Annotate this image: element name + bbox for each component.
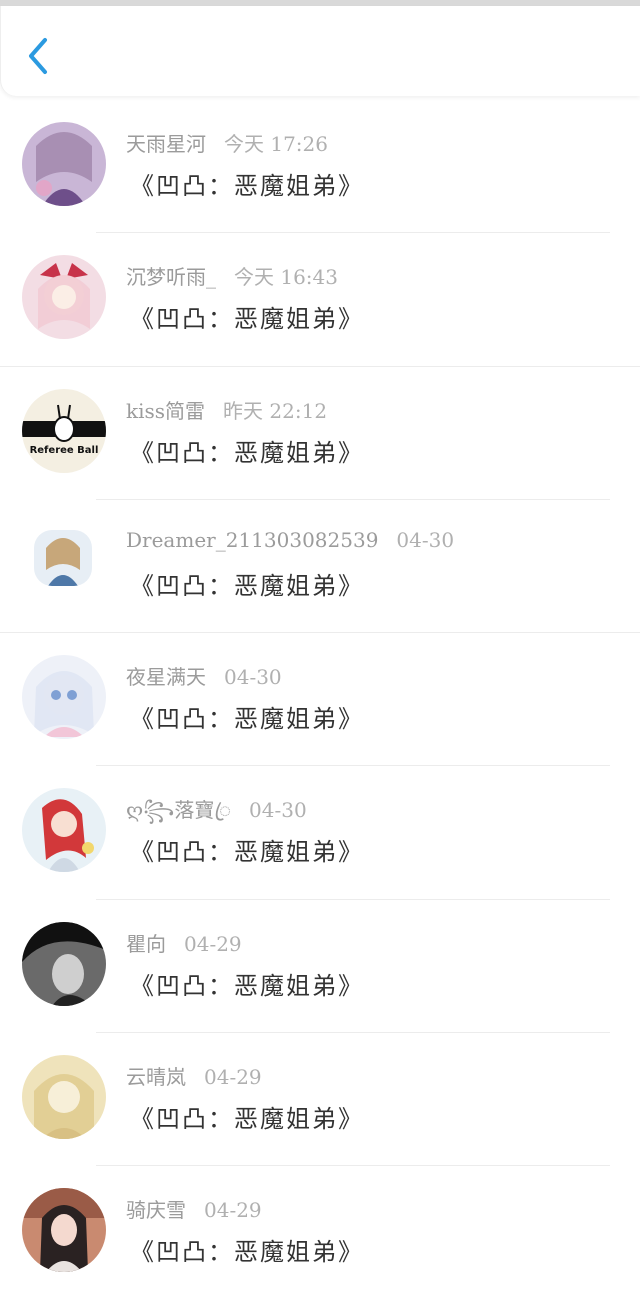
- list-item[interactable]: Referee Ball kiss简雷 昨天 22:12 《凹凸：恶魔姐弟》: [0, 367, 640, 500]
- item-meta: Dreamer_211303082539 04-30: [126, 528, 454, 552]
- timestamp: 今天 17:26: [224, 132, 328, 156]
- user-name[interactable]: Dreamer_211303082539: [126, 528, 378, 552]
- back-button[interactable]: [23, 34, 55, 78]
- item-meta: kiss简雷 昨天 22:12: [126, 395, 327, 424]
- item-meta: ღ꧂落寶ꦿ 04-30: [126, 794, 307, 836]
- user-name[interactable]: kiss简雷: [126, 399, 205, 423]
- reader-list: 天雨星河 今天 17:26 《凹凸：恶魔姐弟》 沉梦听雨_ 今天 16:43 《凹凸…: [0, 100, 640, 1300]
- list-item[interactable]: 瞿向 04-29 《凹凸：恶魔姐弟》: [0, 900, 640, 1034]
- item-meta: 瞿向 04-29: [126, 928, 242, 957]
- item-meta: 天雨星河 今天 17:26: [126, 128, 328, 157]
- book-title[interactable]: 《凹凸：恶魔姐弟》: [130, 832, 364, 867]
- top-nav-bar: [0, 6, 640, 96]
- item-meta: 云晴岚 04-29: [126, 1061, 262, 1090]
- avatar[interactable]: [34, 529, 92, 586]
- timestamp: 04-30: [396, 527, 455, 552]
- list-item[interactable]: 天雨星河 今天 17:26 《凹凸：恶魔姐弟》: [0, 100, 640, 234]
- item-meta: 夜星满天 04-30: [126, 661, 282, 690]
- user-name[interactable]: 骑庆雪: [126, 1198, 186, 1222]
- avatar[interactable]: [22, 1055, 106, 1140]
- anime-girl-avatar-image: [22, 122, 106, 206]
- user-name[interactable]: 夜星满天: [126, 665, 206, 689]
- book-title[interactable]: 《凹凸：恶魔姐弟》: [130, 699, 364, 734]
- list-item[interactable]: Dreamer_211303082539 04-30 《凹凸：恶魔姐弟》: [0, 500, 640, 634]
- timestamp: 昨天 22:12: [223, 398, 328, 423]
- item-meta: 骑庆雪 04-29: [126, 1194, 262, 1223]
- timestamp: 04-29: [184, 931, 242, 956]
- user-name[interactable]: 瞿向: [126, 932, 166, 956]
- avatar[interactable]: [22, 122, 106, 206]
- avatar[interactable]: [22, 655, 106, 740]
- anime-girl-avatar-image: [22, 788, 106, 873]
- list-item[interactable]: 夜星满天 04-30 《凹凸：恶魔姐弟》: [0, 633, 640, 767]
- avatar[interactable]: [22, 255, 106, 340]
- anime-girl-avatar-image: [22, 255, 106, 340]
- book-title[interactable]: 《凹凸：恶魔姐弟》: [130, 299, 364, 334]
- dark-portrait-avatar-image: [22, 921, 106, 1006]
- item-meta: 沉梦听雨_ 今天 16:43: [126, 261, 338, 290]
- book-title[interactable]: 《凹凸：恶魔姐弟》: [130, 166, 364, 201]
- avatar[interactable]: [22, 1188, 106, 1273]
- user-name[interactable]: 云晴岚: [126, 1065, 186, 1089]
- timestamp: 04-30: [224, 665, 282, 690]
- referee-ball-avatar-image: Referee Ball: [22, 388, 106, 473]
- book-title[interactable]: 《凹凸：恶魔姐弟》: [130, 1099, 364, 1134]
- user-name[interactable]: 沉梦听雨_: [126, 265, 216, 289]
- timestamp: 04-29: [204, 1198, 262, 1223]
- anime-girl-avatar-image: [34, 529, 92, 586]
- chevron-left-icon: [29, 38, 47, 74]
- timestamp: 今天 16:43: [234, 265, 338, 290]
- user-name[interactable]: ღ꧂落寶ꦿ: [126, 798, 231, 822]
- book-title[interactable]: 《凹凸：恶魔姐弟》: [130, 433, 364, 468]
- book-title[interactable]: 《凹凸：恶魔姐弟》: [130, 1232, 364, 1267]
- user-name[interactable]: 天雨星河: [126, 132, 206, 156]
- sketch-girl-avatar-image: [22, 1055, 106, 1140]
- photo-girl-avatar-image: [22, 1188, 106, 1273]
- avatar[interactable]: [22, 921, 106, 1006]
- anime-girl-avatar-image: [22, 655, 106, 740]
- avatar[interactable]: [22, 788, 106, 873]
- avatar-caption: Referee Ball: [30, 445, 99, 456]
- timestamp: 04-29: [204, 1065, 262, 1090]
- timestamp: 04-30: [249, 798, 307, 823]
- book-title[interactable]: 《凹凸：恶魔姐弟》: [130, 966, 364, 1001]
- list-item[interactable]: ღ꧂落寶ꦿ 04-30 《凹凸：恶魔姐弟》: [0, 766, 640, 900]
- avatar[interactable]: Referee Ball: [22, 388, 106, 473]
- list-item[interactable]: 云晴岚 04-29 《凹凸：恶魔姐弟》: [0, 1033, 640, 1167]
- list-item[interactable]: 沉梦听雨_ 今天 16:43 《凹凸：恶魔姐弟》: [0, 233, 640, 367]
- book-title[interactable]: 《凹凸：恶魔姐弟》: [130, 566, 364, 601]
